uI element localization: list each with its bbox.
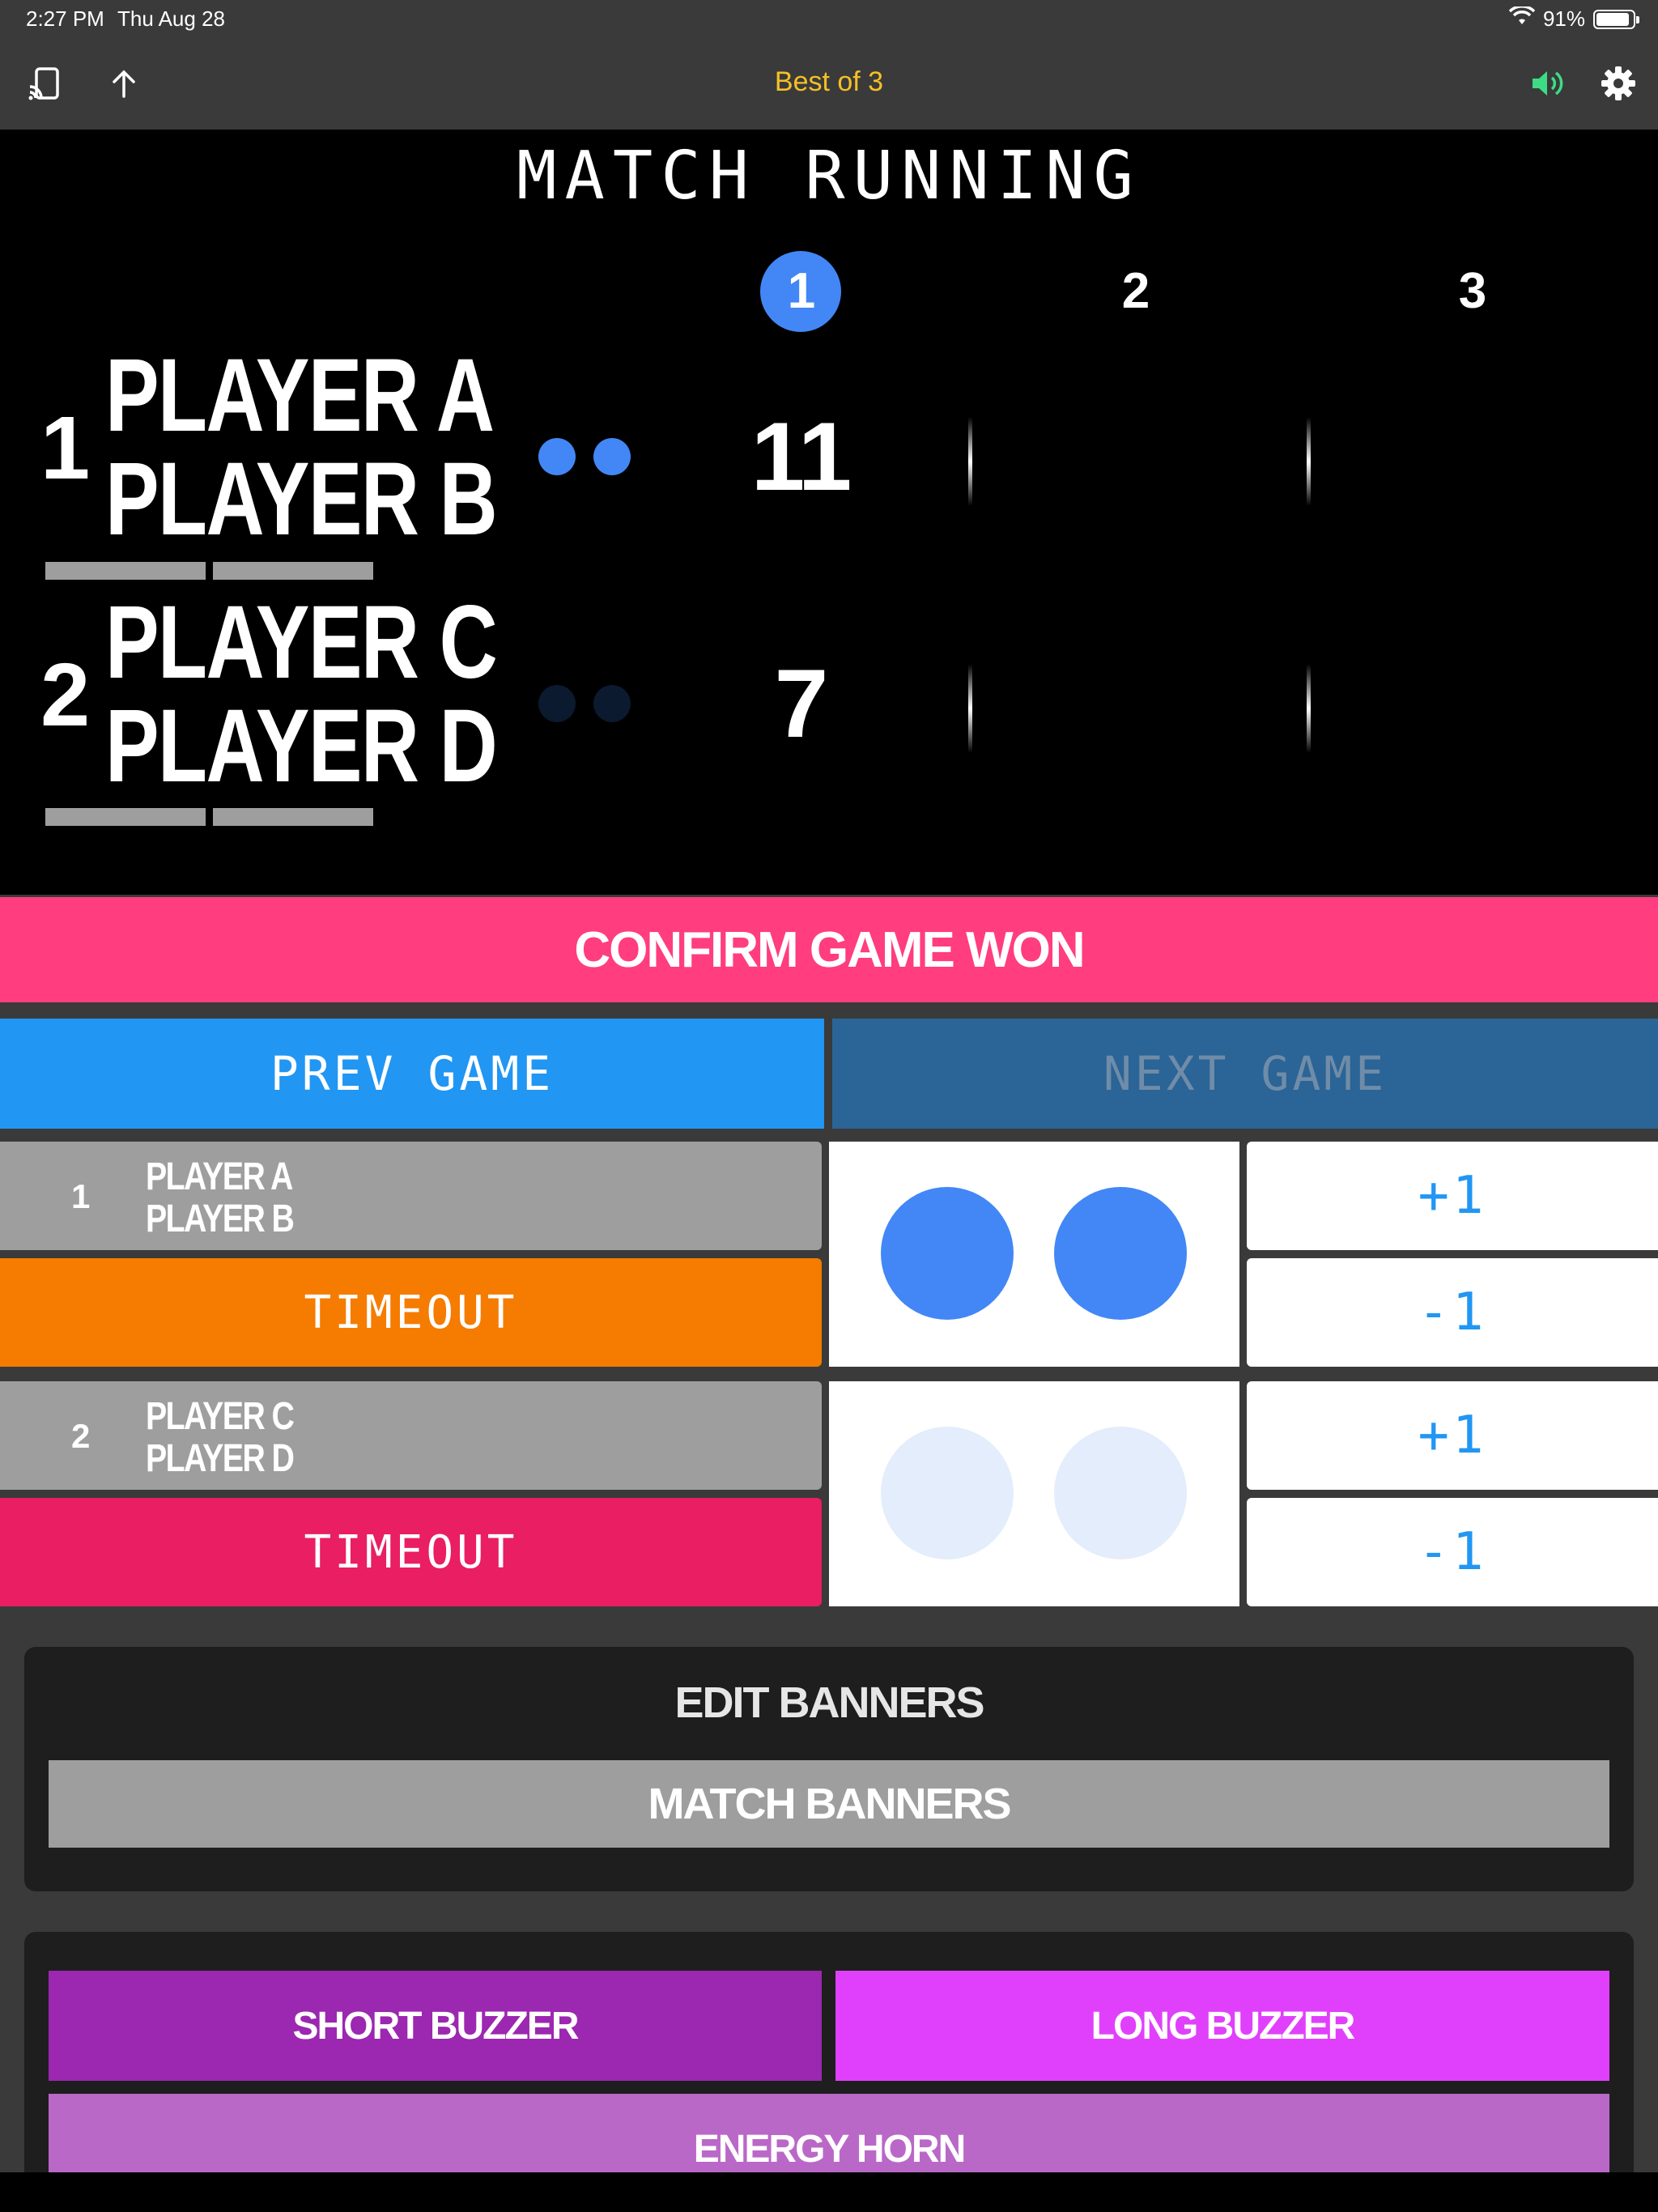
- team-1-timeout-button[interactable]: TIMEOUT: [0, 1258, 822, 1367]
- team-2-serve-dot-large[interactable]: [881, 1427, 1014, 1559]
- team-2-timeout-button[interactable]: TIMEOUT: [0, 1498, 822, 1606]
- battery-percent: 91%: [1542, 6, 1585, 31]
- team-1-game-1-score: 11: [750, 402, 852, 511]
- team-2-player-1: PLAYER C: [105, 585, 498, 700]
- team-2-plus-one-button[interactable]: +1: [1247, 1381, 1658, 1490]
- match-format-title[interactable]: Best of 3: [0, 66, 1658, 98]
- team-2-underline-2: [213, 808, 373, 826]
- team-1-minus-one-button[interactable]: -1: [1247, 1258, 1658, 1367]
- team-2-serve-dots: [538, 685, 631, 722]
- status-bar: 2:27 PM Thu Aug 28 91%: [0, 0, 1658, 39]
- team-2-row-number: 2: [71, 1417, 90, 1455]
- team-2-serve-panel[interactable]: [829, 1381, 1239, 1606]
- game-header-3: 3: [1458, 263, 1486, 319]
- game-divider: [968, 417, 972, 506]
- battery-icon: [1593, 9, 1639, 29]
- game-divider: [1307, 664, 1311, 753]
- match-status: MATCH RUNNING: [517, 138, 1141, 215]
- team-1-underline-2: [213, 562, 373, 580]
- short-buzzer-button[interactable]: SHORT BUZZER: [49, 1971, 822, 2081]
- home-indicator-bar: [0, 2172, 1658, 2212]
- status-date: Thu Aug 28: [117, 6, 225, 31]
- team-2-serve-dot: [538, 685, 576, 722]
- team-2-minus-one-button[interactable]: -1: [1247, 1498, 1658, 1606]
- toolbar: Best of 3: [0, 39, 1658, 130]
- team-1-names: PLAYER A PLAYER B: [105, 338, 498, 557]
- team-1-serve-dot: [593, 438, 631, 475]
- team-1-serve-dot-large[interactable]: [881, 1187, 1014, 1320]
- team-2-game-1-score: 7: [774, 649, 829, 758]
- game-divider: [968, 664, 972, 753]
- game-header-1: 1: [760, 251, 841, 332]
- team-1-row-player-2: PLAYER B: [146, 1197, 295, 1240]
- team-1-serve-panel[interactable]: [829, 1142, 1239, 1367]
- long-buzzer-button[interactable]: LONG BUZZER: [835, 1971, 1609, 2081]
- team-2-row[interactable]: 2 PLAYER C PLAYER D: [0, 1381, 822, 1490]
- team-1-row-names: PLAYER A PLAYER B: [146, 1155, 295, 1240]
- game-header-2: 2: [1121, 263, 1150, 319]
- team-1-player-1: PLAYER A: [105, 338, 495, 453]
- status-time: 2:27 PM: [26, 6, 104, 31]
- gear-icon[interactable]: [1598, 63, 1639, 104]
- team-1-row-number: 1: [71, 1177, 90, 1215]
- team-1-underline-1: [45, 562, 206, 580]
- team-1-serve-dot: [538, 438, 576, 475]
- edit-banners-card: EDIT BANNERS MATCH BANNERS: [24, 1647, 1634, 1891]
- team-2-number: 2: [40, 645, 90, 745]
- team-1-row-player-1: PLAYER A: [146, 1155, 293, 1198]
- team-2-underline-1: [45, 808, 206, 826]
- team-1-serve-dot-large[interactable]: [1054, 1187, 1187, 1320]
- edit-banners-title: EDIT BANNERS: [674, 1678, 984, 1727]
- team-2-row-player-2: PLAYER D: [146, 1437, 295, 1480]
- team-1-row[interactable]: 1 PLAYER A PLAYER B: [0, 1142, 822, 1250]
- confirm-game-won-button[interactable]: CONFIRM GAME WON: [0, 897, 1658, 1002]
- team-2-serve-dot-large[interactable]: [1054, 1427, 1187, 1559]
- team-2-player-2: PLAYER D: [105, 688, 498, 804]
- team-2-row-names: PLAYER C PLAYER D: [146, 1395, 295, 1480]
- team-1-number: 1: [40, 398, 90, 498]
- wifi-icon: [1508, 5, 1536, 32]
- team-1-player-2: PLAYER B: [105, 441, 498, 557]
- match-banners-button[interactable]: MATCH BANNERS: [49, 1760, 1609, 1848]
- game-divider: [1307, 417, 1311, 506]
- scoreboard: MATCH RUNNING 1 2 3 1 PLAYER A PLAYER B …: [0, 130, 1658, 895]
- team-2-names: PLAYER C PLAYER D: [105, 585, 498, 804]
- team-1-plus-one-button[interactable]: +1: [1247, 1142, 1658, 1250]
- team-1-serve-dots: [538, 438, 631, 475]
- status-indicators: 91%: [1508, 5, 1639, 32]
- sounds-card: SHORT BUZZER LONG BUZZER ENERGY HORN: [24, 1932, 1634, 2212]
- team-2-serve-dot: [593, 685, 631, 722]
- volume-icon[interactable]: [1527, 63, 1567, 104]
- team-2-row-player-1: PLAYER C: [146, 1395, 295, 1438]
- next-game-button[interactable]: NEXT GAME: [832, 1019, 1658, 1129]
- prev-game-button[interactable]: PREV GAME: [0, 1019, 824, 1129]
